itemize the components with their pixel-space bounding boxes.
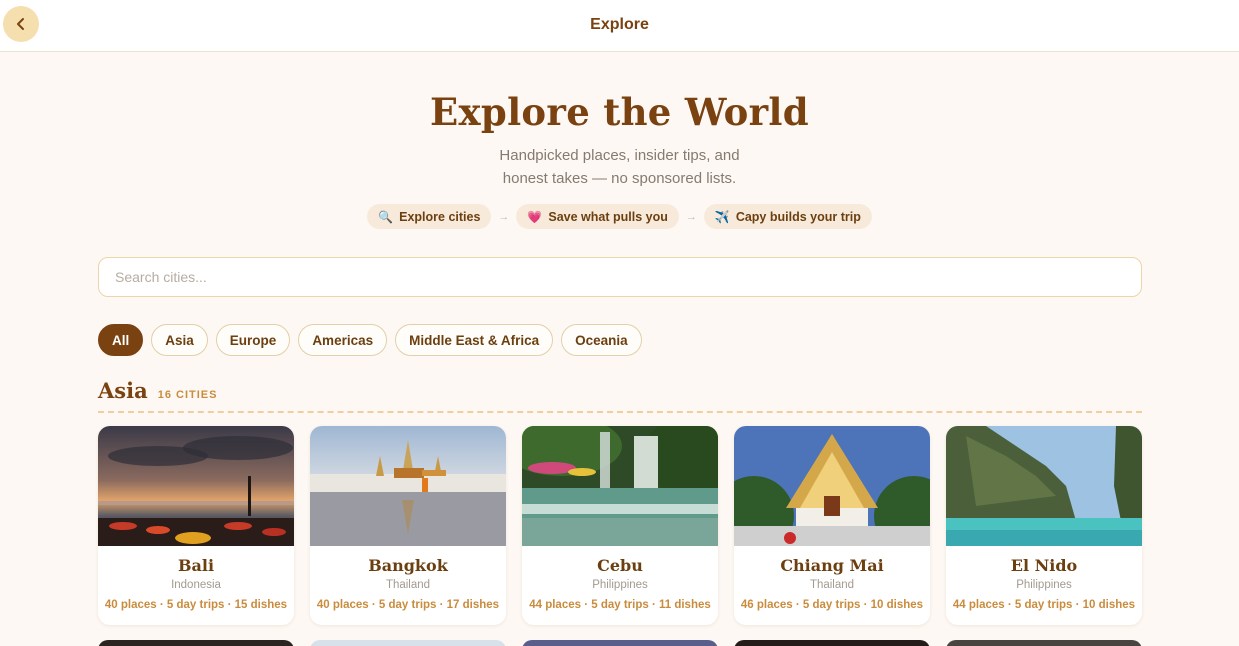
city-photo: [522, 426, 718, 546]
city-stats: 44 places · 5 day trips · 11 dishes: [529, 599, 711, 611]
hero-title: Explore the World: [430, 90, 809, 134]
filter-middle-east-africa[interactable]: Middle East & Africa: [395, 324, 554, 356]
city-photo: [734, 426, 930, 546]
top-bar: Explore: [0, 0, 1239, 52]
city-card-bali[interactable]: Bali Indonesia 40 places · 5 day trips ·…: [98, 426, 294, 625]
city-name: El Nido: [1010, 556, 1078, 575]
city-country: Thailand: [385, 579, 431, 591]
region-filters: All Asia Europe Americas Middle East & A…: [98, 324, 642, 356]
city-card-cebu[interactable]: Cebu Philippines 44 places · 5 day trips…: [522, 426, 718, 625]
hero-subtitle-line-1: Handpicked places, insider tips, and: [499, 147, 740, 164]
city-name: Bangkok: [368, 556, 448, 575]
city-name: Cebu: [597, 556, 643, 575]
city-photo: [98, 426, 294, 546]
hero-subtitle: Handpicked places, insider tips, and hon…: [0, 144, 1239, 190]
city-card-grid: Bali Indonesia 40 places · 5 day trips ·…: [98, 426, 1142, 625]
section-count: 16 CITIES: [157, 389, 218, 401]
section-header-asia: Asia 16 CITIES: [98, 378, 1142, 413]
step-label: Save what pulls you: [548, 209, 668, 224]
step-trip: ✈️ Capy builds your trip: [703, 204, 872, 229]
city-card-stub[interactable]: [98, 640, 294, 646]
city-card-el-nido[interactable]: El Nido Philippines 44 places · 5 day tr…: [946, 426, 1142, 625]
city-photo: [310, 426, 506, 546]
filter-americas[interactable]: Americas: [298, 324, 388, 356]
city-photo: [946, 426, 1142, 546]
section-title: Asia: [98, 378, 148, 403]
step-label: Capy builds your trip: [735, 209, 861, 224]
step-explore-cities: 🔍 Explore cities: [367, 204, 492, 229]
city-card-stub[interactable]: [946, 640, 1142, 646]
city-card-stub[interactable]: [734, 640, 930, 646]
city-stats: 46 places · 5 day trips · 10 dishes: [740, 599, 924, 611]
city-card-stub[interactable]: [522, 640, 718, 646]
city-country: Thailand: [809, 579, 855, 591]
page-title: Explore: [590, 16, 649, 33]
hero-subtitle-line-2: honest takes — no sponsored lists.: [502, 170, 737, 187]
next-row-card-tops: [98, 640, 1142, 646]
filter-asia[interactable]: Asia: [151, 324, 208, 356]
city-card-chiang-mai[interactable]: Chiang Mai Thailand 46 places · 5 day tr…: [734, 426, 930, 625]
heart-icon: 💗: [527, 209, 543, 224]
how-it-works-steps: 🔍 Explore cities → 💗 Save what pulls you…: [0, 204, 1239, 229]
search-input[interactable]: [98, 257, 1142, 297]
arrow-right-icon: →: [685, 210, 697, 223]
filter-all[interactable]: All: [98, 324, 144, 356]
magnifier-icon: 🔍: [378, 209, 394, 224]
city-stats: 40 places · 5 day trips · 15 dishes: [104, 599, 288, 611]
city-country: Indonesia: [171, 579, 221, 591]
city-stats: 44 places · 5 day trips · 10 dishes: [952, 599, 1136, 611]
city-name: Chiang Mai: [780, 556, 884, 575]
airplane-icon: ✈️: [714, 209, 730, 224]
city-stats: 40 places · 5 day trips · 17 dishes: [316, 599, 500, 611]
arrow-right-icon: →: [498, 210, 510, 223]
city-name: Bali: [177, 556, 215, 575]
city-card-bangkok[interactable]: Bangkok Thailand 40 places · 5 day trips…: [310, 426, 506, 625]
step-save: 💗 Save what pulls you: [516, 204, 679, 229]
city-card-stub[interactable]: [310, 640, 506, 646]
city-country: Philippines: [1016, 579, 1072, 591]
filter-europe[interactable]: Europe: [215, 324, 291, 356]
filter-oceania[interactable]: Oceania: [561, 324, 642, 356]
city-country: Philippines: [592, 579, 648, 591]
step-label: Explore cities: [399, 209, 481, 224]
